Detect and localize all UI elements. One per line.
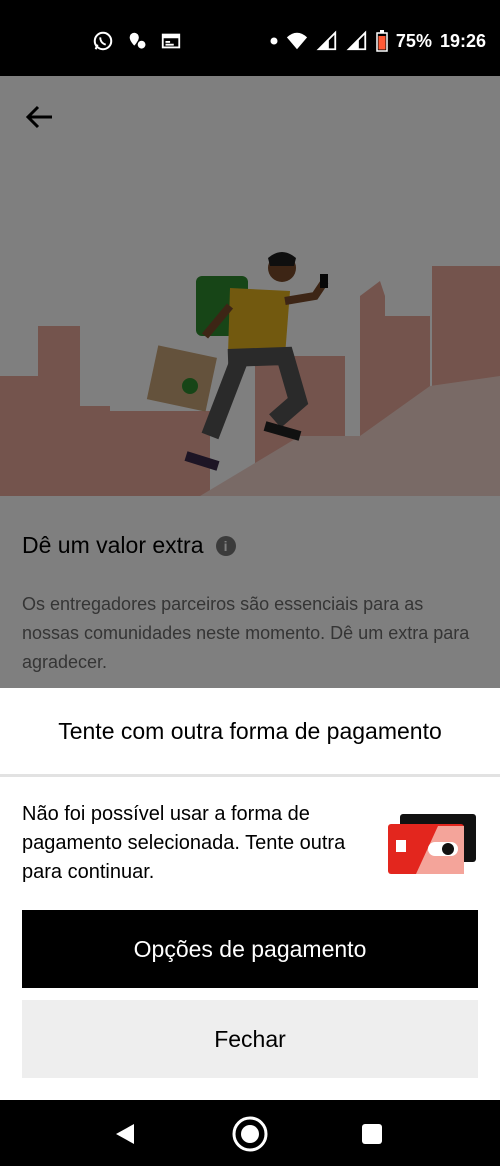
payment-error-sheet: Tente com outra forma de pagamento Não f… (0, 688, 500, 1100)
close-button[interactable]: Fechar (22, 1000, 478, 1078)
battery-icon (376, 30, 388, 52)
status-bar: 75% 19:26 (0, 0, 500, 76)
navigation-bar (0, 1100, 500, 1166)
sheet-message: Não foi possível usar a forma de pagamen… (22, 803, 346, 883)
wifi-icon (286, 32, 308, 50)
back-triangle-icon[interactable] (104, 1114, 144, 1154)
calendar-card-icon (161, 33, 181, 49)
recents-square-icon[interactable] (352, 1114, 392, 1154)
clock: 19:26 (439, 30, 486, 51)
status-right-icons: 75% 19:26 (270, 30, 486, 52)
dot-icon (270, 37, 278, 45)
signal-icon (346, 30, 367, 51)
home-circle-icon[interactable] (230, 1114, 270, 1154)
status-left-icons (92, 30, 182, 52)
signal-icon (316, 30, 337, 51)
divider (0, 774, 500, 777)
sheet-title: Tente com outra forma de pagamento (58, 718, 442, 744)
battery-percentage: 75% (395, 30, 432, 51)
location-pin-icon (129, 32, 147, 50)
payment-options-button[interactable]: Opções de pagamento (22, 910, 478, 988)
whatsapp-icon (93, 31, 113, 51)
screen: 75% 19:26 Tente com outra forma de pagam… (0, 0, 500, 1166)
payment-card-icon (388, 814, 476, 874)
